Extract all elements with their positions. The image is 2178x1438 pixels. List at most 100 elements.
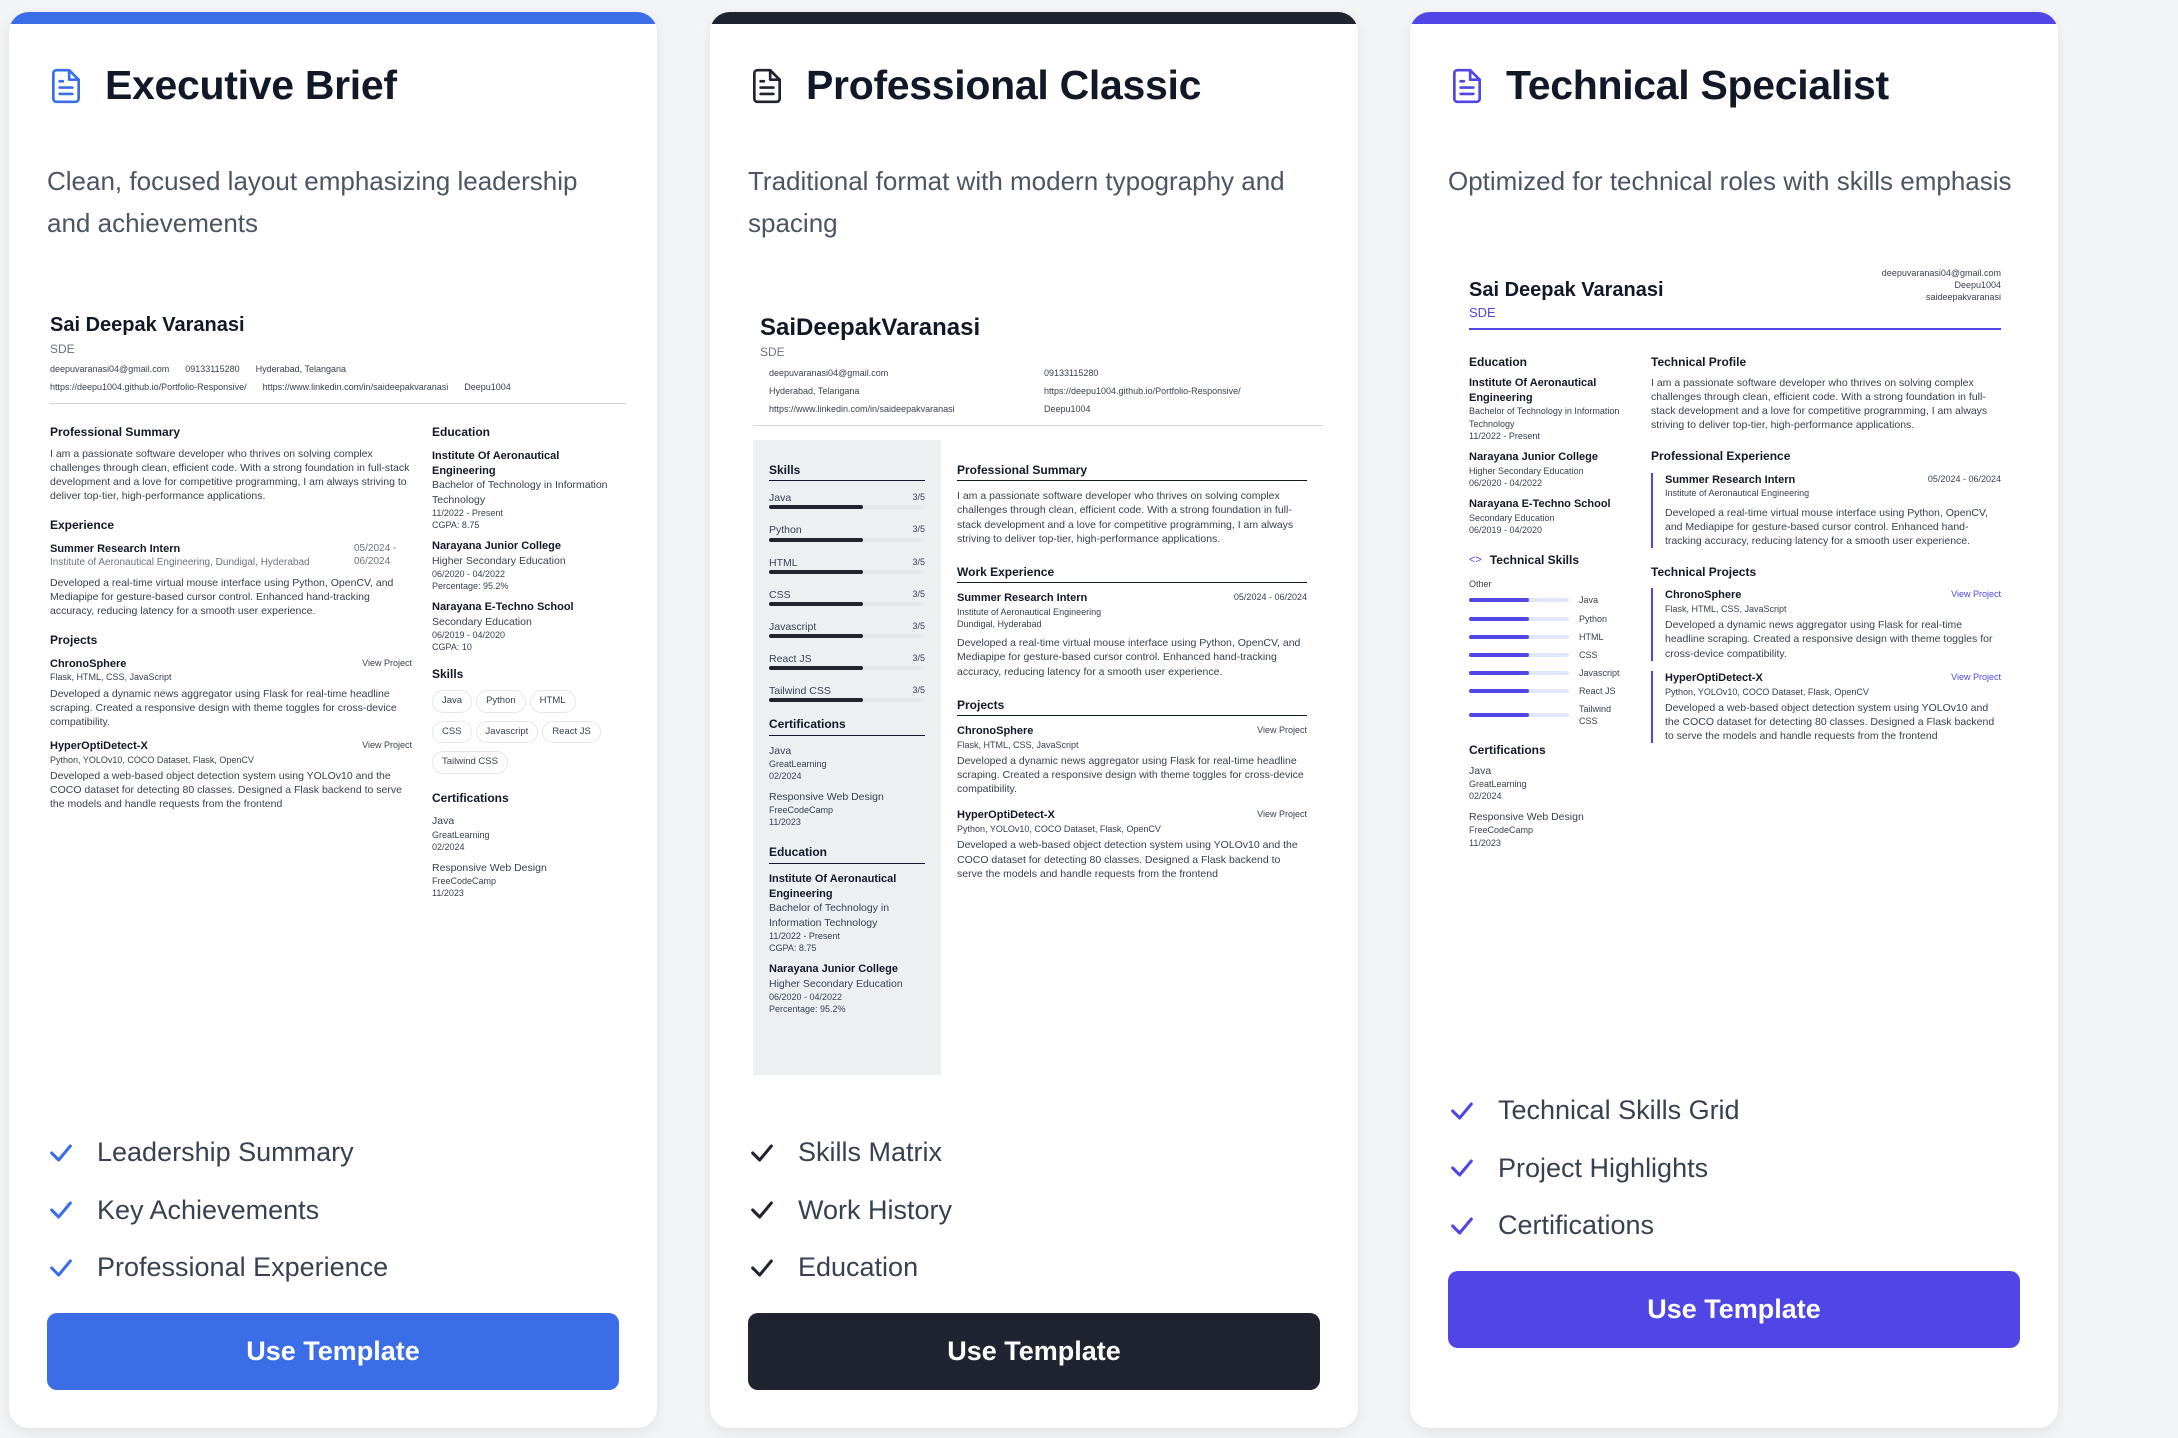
section-heading: Education [432,425,491,440]
project-name: HyperOptiDetect-X [957,809,1055,822]
summary-text: I am a passionate software developer who… [957,490,1294,545]
skill-row: Javascript [1469,667,1631,679]
section-heading: Professional Summary [957,462,1307,482]
project-description: Developed a dynamic news aggregator usin… [1665,619,1993,660]
skill-bar [1469,598,1529,603]
education-item: Narayana Junior College Higher Secondary… [432,539,612,592]
location-text: Hyderabad, Telangana [255,364,347,375]
edu-dates: 06/2019 - 04/2020 [432,630,506,641]
summary-text: I am a passionate software developer who… [50,447,410,503]
card-title: Professional Classic [806,62,1202,108]
skill-bar [769,666,863,671]
skill-name: HTML [1579,631,1604,642]
edu-dates: 06/2020 - 04/2022 [769,992,843,1002]
edu-dates: 11/2022 - Present [432,507,503,518]
linkedin-link: https://www.linkedin.com/in/saideepakvar… [262,382,449,393]
section-heading: Certifications [1469,742,1546,757]
section-heading: Education [769,844,925,864]
resume-name: Sai Deepak Varanasi [1469,279,1664,301]
feature-item: Technical Skills Grid [1448,1082,1740,1140]
skill-name: Python [1579,613,1608,624]
github-text: Deepu1004 [1954,280,2001,291]
project-description: Developed a dynamic news aggregator usin… [50,687,397,728]
job-company: Institute of Aeronautical Engineering [957,606,1102,617]
card-title: Executive Brief [105,62,397,108]
degree: Secondary Education [1469,512,1555,523]
job-company: Institute of Aeronautical Engineering, D… [50,557,310,569]
section-heading: Technical Skills [1489,553,1580,568]
email-text: deepuvaranasi04@gmail.com [50,364,170,375]
skill-rating: 3/5 [912,653,925,664]
cert-name: Responsive Web Design [432,861,547,874]
document-icon [1452,68,1482,103]
project-description: Developed a dynamic news aggregator usin… [957,754,1304,796]
project-description: Developed a web-based object detection s… [957,839,1298,880]
use-template-button[interactable]: Use Template [1448,1271,2020,1348]
contact-grid: deepuvaranasi04@gmail.com 09133115280 Hy… [769,367,1323,415]
cert-issuer: FreeCodeCamp [769,805,834,816]
school-name: Narayana Junior College [432,539,561,552]
education-item: Institute Of Aeronautical Engineering Ba… [432,449,612,531]
project-item: ChronoSphere View Project Flask, HTML, CS… [1651,588,2001,661]
section-heading: Projects [957,697,1307,716]
skill-name: CSS [1579,649,1598,660]
skills-group-label: Other [1469,579,1492,590]
section-heading: Skills [769,462,925,482]
view-project-link[interactable]: View Project [362,739,412,754]
side-column: Education Institute Of Aeronautical Engi… [1469,354,1631,849]
view-project-link[interactable]: View Project [1257,724,1307,739]
section-heading: Education [1469,354,1528,369]
section-heading: Technical Profile [1651,354,1747,369]
skill-name: React JS [1579,686,1616,697]
feature-label: Leadership Summary [97,1137,354,1168]
phone-text: 09133115280 [1044,367,1099,378]
skill-row: React JS [1469,685,1631,697]
view-project-link[interactable]: View Project [362,657,412,672]
card-accent-bar [1410,12,2058,24]
main-column: Professional Summary I am a passionate s… [50,424,412,899]
edu-score: CGPA: 10 [432,642,472,653]
project-name: ChronoSphere [1665,589,1742,602]
school-name: Narayana E-Techno School [1469,497,1611,510]
job-dates: 05/2024 - 06/2024 [1927,473,2001,484]
feature-label: Skills Matrix [798,1137,943,1168]
cert-date: 11/2023 [769,817,801,828]
card-description: Traditional format with modern typograph… [748,166,1285,238]
resume-preview[interactable]: SaiDeepakVaranasi SDE deepuvaranasi04@gm… [753,312,1323,1102]
section-heading: Professional Experience [1651,449,1791,464]
skill-row: Javascript 3/5 [769,620,925,639]
project-name: HyperOptiDetect-X [1665,671,1763,684]
job-block: Summer Research Intern 05/2024 - 06/2024 … [1651,472,2001,549]
cert-issuer: GreatLearning [769,758,827,769]
job-title: Summer Research Intern [957,592,1088,605]
view-project-link[interactable]: View Project [1257,808,1307,823]
cert-date: 02/2024 [769,770,802,781]
edu-score: CGPA: 8.75 [432,519,480,530]
project-tech: Python, YOLOv10, COCO Dataset, Flask, Op… [50,754,254,765]
check-icon [1451,1217,1473,1235]
resume-preview[interactable]: Sai Deepak Varanasi SDE deepuvaranasi04@… [50,312,626,912]
skill-chip: Python [476,689,526,713]
cert-item: Responsive Web Design FreeCodeCamp 11/20… [769,790,925,828]
degree: Higher Secondary Education [769,977,903,990]
feature-label: Project Highlights [1498,1152,1709,1183]
project-item: ChronoSphere View Project Flask, HTML, CS… [50,657,412,730]
feature-list: Technical Skills Grid Project Highlights… [1448,1082,1740,1255]
feature-list: Leadership Summary Key Achievements Prof… [47,1124,388,1297]
job-dates: 05/2024 - 06/2024 [1233,592,1307,603]
skill-rating: 3/5 [912,524,925,535]
view-project-link[interactable]: View Project [1951,588,2001,603]
skill-bar [1469,671,1529,676]
use-template-button[interactable]: Use Template [748,1313,1320,1390]
skill-name: Javascript [1579,667,1620,678]
view-project-link[interactable]: View Project [1951,671,2001,686]
project-item: HyperOptiDetect-X View Project Python, YO… [957,808,1307,881]
skill-name: Java [1579,595,1599,606]
use-template-button[interactable]: Use Template [47,1313,619,1390]
feature-label: Education [798,1252,919,1283]
skill-bar [769,505,863,510]
portfolio-link: https://deepu1004.github.io/Portfolio-Re… [1044,385,1241,396]
resume-role: SDE [1469,305,1496,320]
resume-preview[interactable]: Sai Deepak Varanasi SDE deepuvaranasi04@… [1469,267,2001,947]
cert-item: Responsive Web Design FreeCodeCamp 11/20… [1469,810,1631,848]
